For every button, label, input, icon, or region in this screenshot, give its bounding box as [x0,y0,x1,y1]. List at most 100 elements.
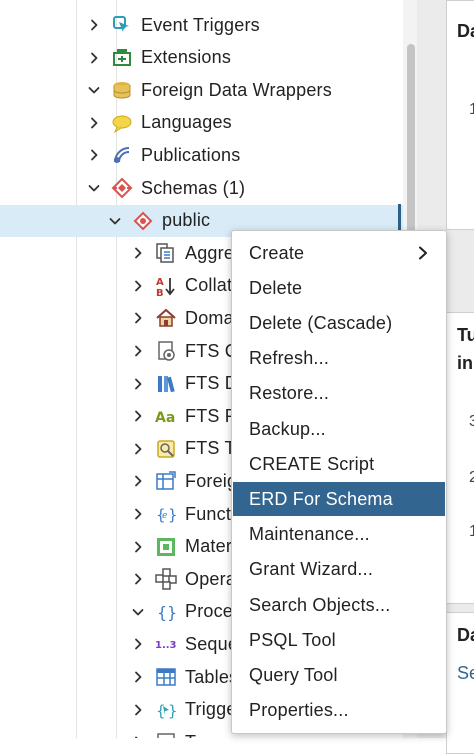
tree-item-label: Opera [185,568,237,589]
chevron-right-icon[interactable] [130,270,146,302]
tree-item-label: Trigge [185,699,237,720]
svg-text:}: } [168,506,177,524]
menu-item-label: Create [249,242,305,263]
tree-item-schemas-1[interactable]: Schemas (1) [0,172,403,204]
menu-item-label: ERD For Schema [249,488,393,509]
menu-item-psql-tool[interactable]: PSQL Tool [233,623,445,657]
chevron-right-icon[interactable] [130,694,146,726]
chevron-right-icon[interactable] [130,335,146,367]
menu-item-backup[interactable]: Backup... [233,412,445,446]
menu-item-delete[interactable]: Delete [233,271,445,305]
chevron-right-icon[interactable] [130,368,146,400]
tree-item-label: Publications [141,144,241,165]
menu-item-label: Search Objects... [249,594,391,615]
menu-item-maintenance[interactable]: Maintenance... [233,518,445,552]
menu-item-label: Properties... [249,700,349,721]
svg-text:A: A [156,277,164,288]
tree-item-languages[interactable]: Languages [0,107,403,139]
menu-item-create[interactable]: Create [233,236,445,270]
menu-item-restore[interactable]: Restore... [233,377,445,411]
chevron-right-icon[interactable] [86,9,102,41]
chevron-down-icon[interactable] [86,172,102,204]
functions-icon: {} e [154,502,178,526]
panel-value: 1 [469,101,474,119]
dashboard-panel-middle: Tu in 3 2 1 [446,312,474,604]
tree-item-label: Mater [185,536,233,557]
chevron-right-icon[interactable] [130,465,146,497]
extensions-icon [110,46,134,70]
foreign-tables-icon [154,469,178,493]
tree-item-extensions[interactable]: Extensions [0,42,403,74]
svg-text:1..3: 1..3 [155,640,177,651]
menu-item-label: Delete (Cascade) [249,312,393,333]
foreign-data-wrappers-icon [110,78,134,102]
operators-icon [154,567,178,591]
fts-dictionaries-icon [154,372,178,396]
chevron-right-icon[interactable] [86,139,102,171]
panel-title: Da [457,625,474,645]
chevron-right-icon[interactable] [130,531,146,563]
panel-value: 2 [469,469,474,487]
svg-text:e: e [162,511,167,521]
menu-item-delete-cascade[interactable]: Delete (Cascade) [233,306,445,340]
menu-item-grant-wizard[interactable]: Grant Wizard... [233,553,445,587]
svg-text:}: } [168,702,177,720]
svg-text:B: B [156,288,164,297]
chevron-right-icon[interactable] [130,628,146,660]
svg-text:Aa: Aa [155,410,175,426]
dashboard-panel-bottom: Da Se [446,612,474,754]
tree-item-foreign-data-wrappers[interactable]: Foreign Data Wrappers [0,74,403,106]
schemas-icon [110,176,134,200]
chevron-down-icon[interactable] [130,596,146,628]
menu-item-label: Backup... [249,418,326,439]
chevron-down-icon[interactable] [86,74,102,106]
fts-configurations-icon [154,339,178,363]
menu-item-refresh[interactable]: Refresh... [233,342,445,376]
menu-item-query-tool[interactable]: Query Tool [233,658,445,692]
menu-item-create-script[interactable]: CREATE Script [233,447,445,481]
chevron-right-icon[interactable] [130,661,146,693]
chevron-right-icon[interactable] [86,107,102,139]
menu-item-search-objects[interactable]: Search Objects... [233,588,445,622]
publications-icon [110,143,134,167]
tree-item-label: Functi [185,503,236,524]
schema-icon [131,209,155,233]
panel-value: 1 [469,523,474,541]
tree-item-label: Proce [185,601,234,622]
fts-templates-icon [154,437,178,461]
chevron-down-icon[interactable] [107,205,123,237]
tree-item-publications[interactable]: Publications [0,139,403,171]
chevron-right-icon[interactable] [130,433,146,465]
chevron-right-icon[interactable] [86,42,102,74]
chevron-right-icon[interactable] [130,726,146,738]
tree-item-label: Aggre [185,242,235,263]
chevron-right-icon[interactable] [130,237,146,269]
fts-parsers-icon: Aa [154,404,178,428]
svg-text:{: { [157,603,167,622]
menu-item-erd-for-schema[interactable]: ERD For Schema [233,482,445,517]
menu-item-label: Query Tool [249,664,338,685]
menu-item-label: PSQL Tool [249,629,336,650]
domains-icon [154,306,178,330]
panel-tab[interactable]: Se [457,663,474,684]
tree-item-label: T [185,732,196,738]
tree-item-label: Collati [185,275,237,296]
tree-item-label: Foreign Data Wrappers [141,79,332,100]
menu-item-properties[interactable]: Properties... [233,694,445,728]
menu-item-label: Refresh... [249,348,330,369]
chevron-right-icon[interactable] [130,563,146,595]
tree-item-event-triggers[interactable]: Event Triggers [0,9,403,41]
tables-icon [154,665,178,689]
tree-item-label: Doma [185,307,234,328]
chevron-right-icon[interactable] [130,498,146,530]
tree-item-label: Event Triggers [141,14,260,35]
chevron-right-icon[interactable] [130,302,146,334]
panel-title: in [457,353,473,373]
menu-item-label: CREATE Script [249,453,375,474]
chevron-right-icon[interactable] [130,400,146,432]
collations-icon: AB [154,274,178,298]
trigger-functions-icon: {} [154,698,178,722]
tree-item-label: Foreig [185,470,238,491]
svg-text:}: } [167,603,177,622]
types-icon [154,730,178,738]
